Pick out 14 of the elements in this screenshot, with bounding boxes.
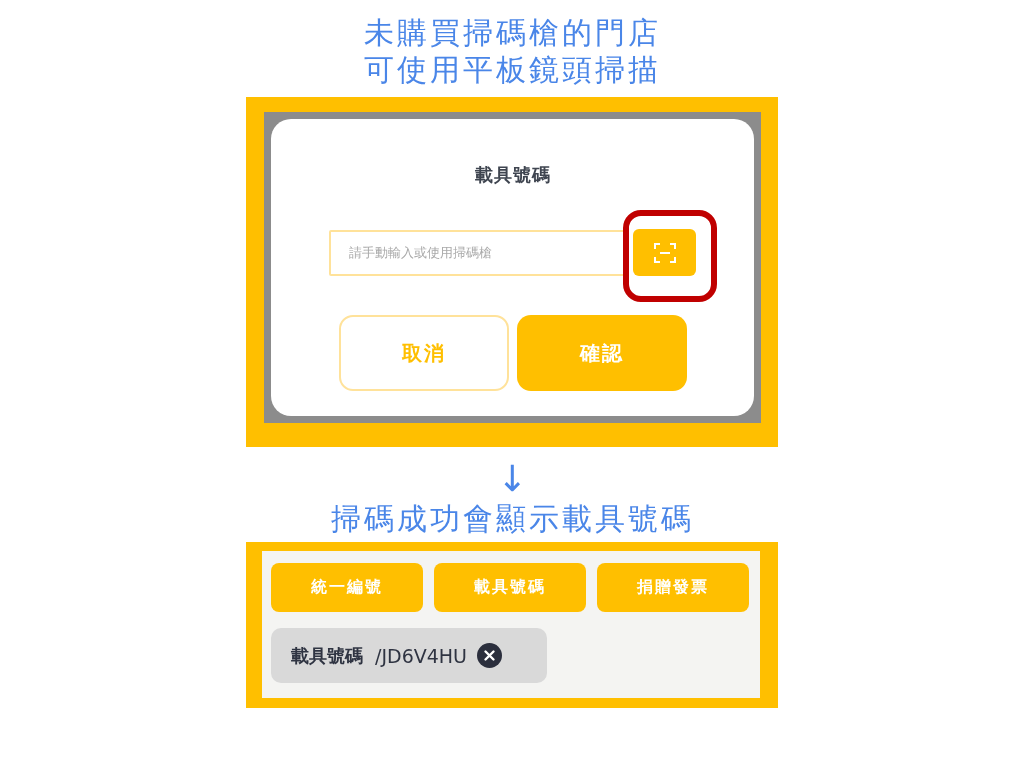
confirm-button[interactable]: 確認	[516, 315, 687, 391]
invoice-option-button[interactable]: 統一編號	[271, 563, 423, 612]
invoice-option-button[interactable]: 捐贈發票	[597, 563, 749, 612]
scan-icon	[653, 242, 676, 263]
caption-text: 可使用平板鏡頭掃描	[363, 51, 661, 88]
caption-text: 未購買掃碼槍的門店	[363, 14, 661, 51]
chip-label: 載具號碼	[291, 643, 363, 668]
close-icon[interactable]	[477, 643, 502, 668]
dialog-title: 載具號碼	[474, 163, 551, 187]
chip-value: /JD6V4HU	[375, 644, 467, 667]
down-arrow: ↓	[496, 459, 528, 499]
cancel-button[interactable]: 取消	[338, 315, 509, 391]
invoice-option-button[interactable]: 載具號碼	[434, 563, 586, 612]
caption-text: 掃碼成功會顯示載具號碼	[330, 500, 694, 538]
